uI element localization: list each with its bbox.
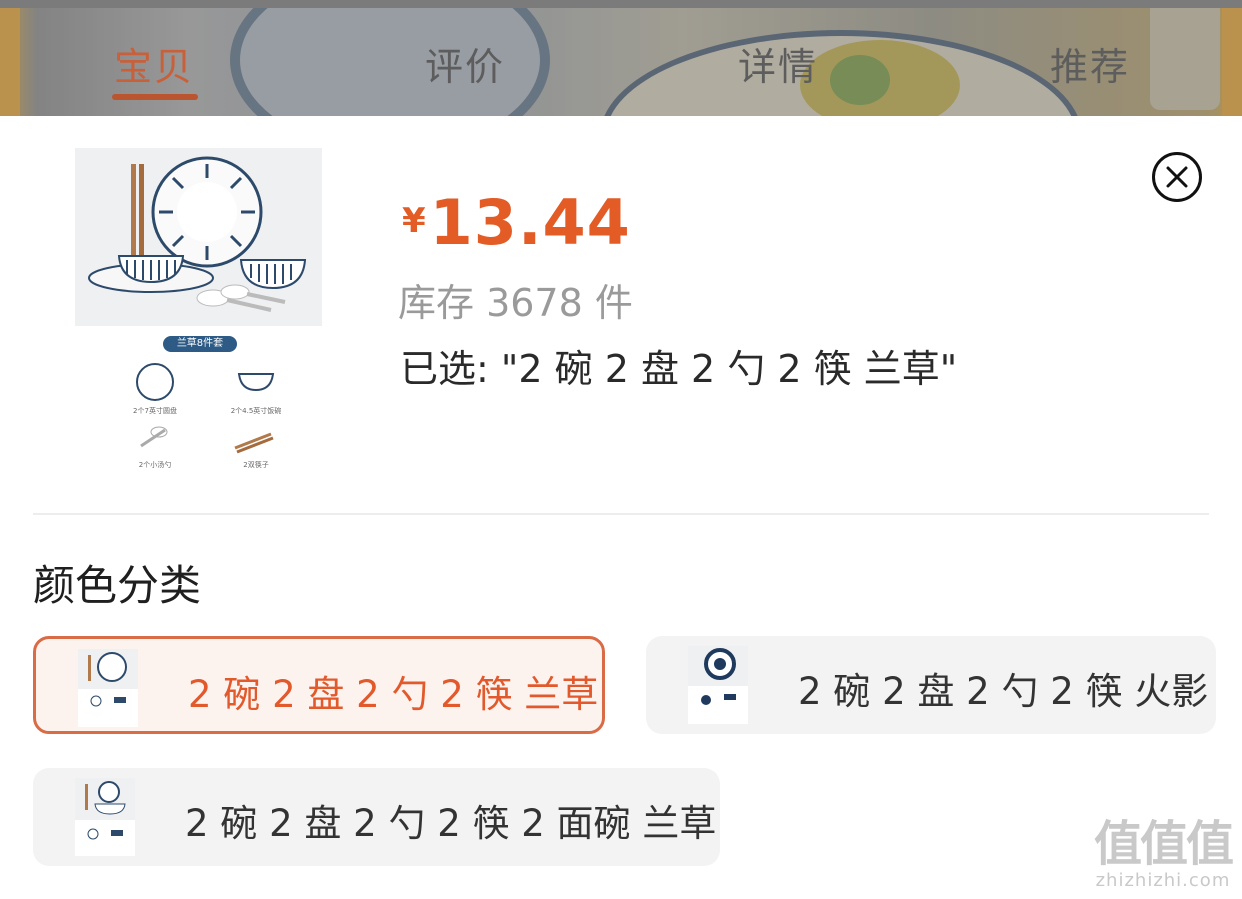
thumb-caption: 2个4.5英寸饭碗 bbox=[230, 407, 282, 415]
sku-option-huoying[interactable]: 2 碗 2 盘 2 勺 2 筷 火影 bbox=[646, 636, 1216, 734]
active-tab-indicator bbox=[112, 94, 198, 100]
close-icon bbox=[1166, 166, 1188, 188]
watermark-url: zhizhizhi.com bbox=[1095, 870, 1231, 891]
tab-tuijian[interactable]: 推荐 bbox=[1050, 36, 1130, 91]
option-thumbnail bbox=[688, 646, 748, 724]
price: ¥13.44 bbox=[402, 186, 631, 259]
thumb-caption: 2双筷子 bbox=[243, 461, 269, 469]
sku-option-lancao[interactable]: 2 碗 2 盘 2 勺 2 筷 兰草 bbox=[33, 636, 605, 734]
close-button[interactable] bbox=[1152, 152, 1202, 202]
thumb-caption: 2个小汤勺 bbox=[138, 461, 172, 469]
tab-baobei[interactable]: 宝贝 bbox=[114, 36, 194, 91]
thumb-badge: 兰草8件套 bbox=[176, 338, 224, 349]
section-title-color: 颜色分类 bbox=[33, 561, 202, 610]
product-tabs: 宝贝 评价 详情 推荐 bbox=[0, 0, 1242, 116]
selected-sku-text: 已选: "2 碗 2 盘 2 勺 2 筷 兰草" bbox=[400, 347, 958, 391]
price-amount: 13.44 bbox=[429, 186, 631, 259]
sku-option-lancao-noodle[interactable]: 2 碗 2 盘 2 勺 2 筷 2 面碗 兰草 bbox=[33, 768, 720, 866]
option-thumbnail bbox=[78, 649, 138, 727]
tab-pingjia[interactable]: 评价 bbox=[425, 36, 505, 91]
thumb-caption: 2个7英寸圆盘 bbox=[133, 407, 177, 415]
watermark: 值值值 zhizhizhi.com bbox=[1093, 816, 1234, 891]
divider bbox=[33, 513, 1209, 515]
sku-sheet: 兰草8件套 2个7英寸圆盘 2个4.5英寸饭碗 2个小汤勺 2双筷子 ¥13.4… bbox=[0, 116, 1242, 899]
stock-text: 库存 3678 件 bbox=[398, 281, 633, 325]
tab-xiangqing[interactable]: 详情 bbox=[738, 36, 818, 91]
option-label: 2 碗 2 盘 2 勺 2 筷 2 面碗 兰草 bbox=[185, 802, 717, 845]
option-label: 2 碗 2 盘 2 勺 2 筷 火影 bbox=[798, 670, 1209, 713]
watermark-logo: 值值值 bbox=[1093, 816, 1234, 872]
option-thumbnail bbox=[75, 778, 135, 856]
option-label: 2 碗 2 盘 2 勺 2 筷 兰草 bbox=[188, 673, 599, 716]
product-thumbnail[interactable]: 兰草8件套 2个7英寸圆盘 2个4.5英寸饭碗 2个小汤勺 2双筷子 bbox=[75, 148, 325, 478]
currency-symbol: ¥ bbox=[402, 201, 426, 241]
